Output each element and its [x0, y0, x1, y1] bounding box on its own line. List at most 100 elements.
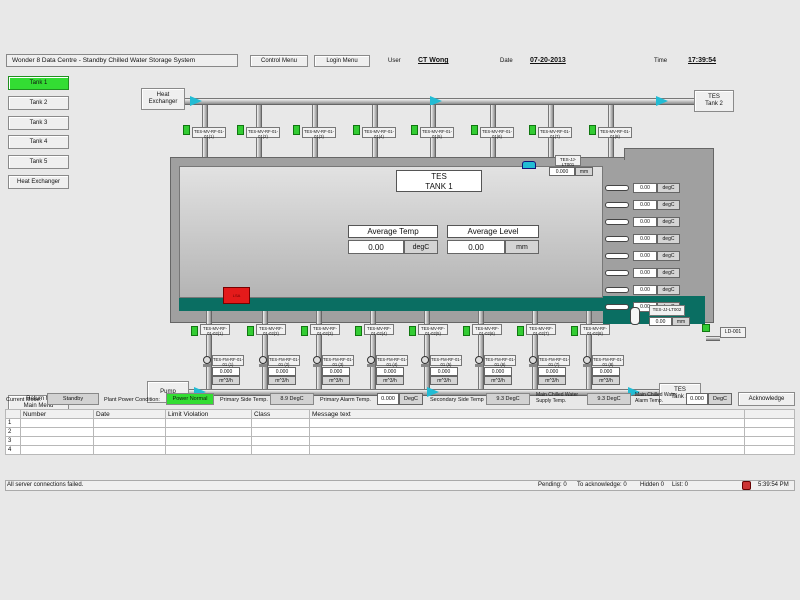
- column-header[interactable]: Limit Violation: [165, 409, 252, 419]
- temperature-unit: degC: [657, 234, 680, 244]
- date-label: Date: [500, 58, 513, 64]
- flowmeter-value: 0.000: [376, 367, 404, 376]
- control-menu-button[interactable]: Control Menu: [250, 55, 308, 67]
- flowmeter-base-icon: [475, 364, 483, 367]
- flowmeter-icon: [367, 356, 375, 364]
- temperature-sensor-icon: [605, 236, 629, 242]
- flowmeter-tag: TES-FM-RF-01-01 (1): [212, 355, 244, 367]
- flowmeter-unit: m^3/h: [268, 376, 296, 385]
- flowmeter-unit: m^3/h: [430, 376, 458, 385]
- sidebar-item-tank-3[interactable]: Tank 3: [8, 116, 69, 130]
- drain-valve-icon[interactable]: [702, 324, 710, 332]
- main-supply-temp-value: 9.3 DegC: [587, 393, 631, 405]
- motor-valve-icon[interactable]: [571, 326, 578, 336]
- acknowledge-button[interactable]: Acknowledge: [738, 392, 795, 406]
- temperature-sensor-icon: [605, 185, 629, 191]
- temperature-value: 0.00: [633, 234, 657, 244]
- level-bottom-unit: mm: [672, 317, 690, 326]
- table-row[interactable]: 4: [5, 445, 795, 455]
- sidebar-item-tank-4[interactable]: Tank 4: [8, 135, 69, 149]
- flowmeter-base-icon: [583, 364, 591, 367]
- current-mode-value: Standby: [47, 393, 99, 405]
- table-row[interactable]: 2: [5, 427, 795, 437]
- flowmeter-tag: TES-FM-RF-01-01 (3): [322, 355, 354, 367]
- motor-valve-icon[interactable]: [353, 125, 360, 135]
- heat-exchanger-box[interactable]: Heat Exchanger: [141, 88, 185, 110]
- motor-valve-icon[interactable]: [191, 326, 198, 336]
- flowmeter-tag: TES-FM-RF-01-01 (8): [592, 355, 624, 367]
- top-valve-tag: TES-MV-RF-01-01(2): [246, 127, 280, 139]
- motor-valve-icon[interactable]: [301, 326, 308, 336]
- temperature-value: 0.00: [633, 268, 657, 278]
- temperature-value: 0.00: [633, 217, 657, 227]
- temperature-sensor-icon: [605, 202, 629, 208]
- motor-valve-icon[interactable]: [411, 125, 418, 135]
- primary-alarm-temp-unit: DegC: [399, 393, 423, 405]
- flowmeter-unit: m^3/h: [376, 376, 404, 385]
- motor-valve-icon[interactable]: [293, 125, 300, 135]
- row-number-header: [5, 409, 21, 419]
- flowmeter-value: 0.000: [268, 367, 296, 376]
- column-header[interactable]: Class: [251, 409, 310, 419]
- temperature-value: 0.00: [633, 285, 657, 295]
- tes-tank-2-top-box[interactable]: TES Tank 2: [694, 90, 734, 112]
- login-menu-button[interactable]: Login Menu: [314, 55, 370, 67]
- table-row[interactable]: 1: [5, 418, 795, 428]
- level-bottom-value: 0.00: [649, 317, 672, 326]
- motor-valve-icon[interactable]: [247, 326, 254, 336]
- user-value: CT Wong: [418, 57, 449, 64]
- flowmeter-base-icon: [203, 364, 211, 367]
- flowmeter-unit: m^3/h: [538, 376, 566, 385]
- flowmeter-icon: [475, 356, 483, 364]
- page-title-box: Wonder 8 Data Centre - Standby Chilled W…: [6, 54, 238, 67]
- column-header[interactable]: Date: [93, 409, 166, 419]
- motor-valve-icon[interactable]: [355, 326, 362, 336]
- row-number: 3: [5, 436, 21, 446]
- column-header[interactable]: Number: [20, 409, 94, 419]
- flowmeter-value: 0.000: [430, 367, 458, 376]
- sidebar-item-tank-5[interactable]: Tank 5: [8, 155, 69, 169]
- avg-temp-label: Average Temp: [348, 225, 438, 238]
- date-value: 07-20-2013: [530, 57, 566, 64]
- footer-hidden: Hidden 0: [640, 482, 665, 488]
- flowmeter-value: 0.000: [538, 367, 566, 376]
- motor-valve-icon[interactable]: [589, 125, 596, 135]
- alarm-bell-icon[interactable]: [742, 481, 751, 490]
- table-row[interactable]: 3: [5, 436, 795, 446]
- temperature-unit: degC: [657, 251, 680, 261]
- top-valve-tag: TES-MV-RF-01-01(3): [302, 127, 336, 139]
- flowmeter-icon: [259, 356, 267, 364]
- primary-alarm-temp-value[interactable]: 0.000: [377, 393, 399, 405]
- low-level-alarm-indicator[interactable]: LSA: [223, 287, 250, 304]
- motor-valve-icon[interactable]: [409, 326, 416, 336]
- top-valve-tag: TES-MV-RF-01-01(7): [538, 127, 572, 139]
- bottom-valve-tag: TES-MV-RF-01-02(4): [364, 324, 394, 336]
- bottom-valve-tag: TES-MV-RF-01-02(3): [310, 324, 340, 336]
- top-valve-tag: TES-MV-RF-01-01(1): [192, 127, 226, 139]
- sidebar-item-heat-exchanger[interactable]: Heat Exchanger: [8, 175, 69, 189]
- level-top-tag: TES-JJ-LT001: [555, 155, 581, 167]
- temperature-unit: degC: [657, 285, 680, 295]
- alarm-indicator-label: LSA: [232, 293, 241, 298]
- main-alarm-temp-value[interactable]: 0.000: [686, 393, 708, 405]
- column-header[interactable]: Message text: [309, 409, 745, 419]
- plant-power-label: Plant Power Condition:: [104, 397, 160, 403]
- motor-valve-icon[interactable]: [237, 125, 244, 135]
- avg-temp-value: 0.00: [348, 240, 404, 254]
- motor-valve-icon[interactable]: [517, 326, 524, 336]
- sidebar-item-tank-2[interactable]: Tank 2: [8, 96, 69, 110]
- flowmeter-base-icon: [259, 364, 267, 367]
- bottom-valve-tag: TES-MV-RF-01-02(8): [580, 324, 610, 336]
- temperature-value: 0.00: [633, 251, 657, 261]
- avg-level-label: Average Level: [447, 225, 539, 238]
- secondary-side-temp-label: Secondary Side Temp: [430, 397, 484, 403]
- motor-valve-icon[interactable]: [463, 326, 470, 336]
- avg-level-value: 0.00: [447, 240, 505, 254]
- motor-valve-icon[interactable]: [529, 125, 536, 135]
- motor-valve-icon[interactable]: [183, 125, 190, 135]
- top-valve-tag: TES-MV-RF-01-01(8): [598, 127, 632, 139]
- sidebar-item-tank-1[interactable]: Tank 1: [8, 76, 69, 90]
- footer-to-acknowledge: To acknowledge: 0: [577, 482, 627, 488]
- flowmeter-unit: m^3/h: [322, 376, 350, 385]
- motor-valve-icon[interactable]: [471, 125, 478, 135]
